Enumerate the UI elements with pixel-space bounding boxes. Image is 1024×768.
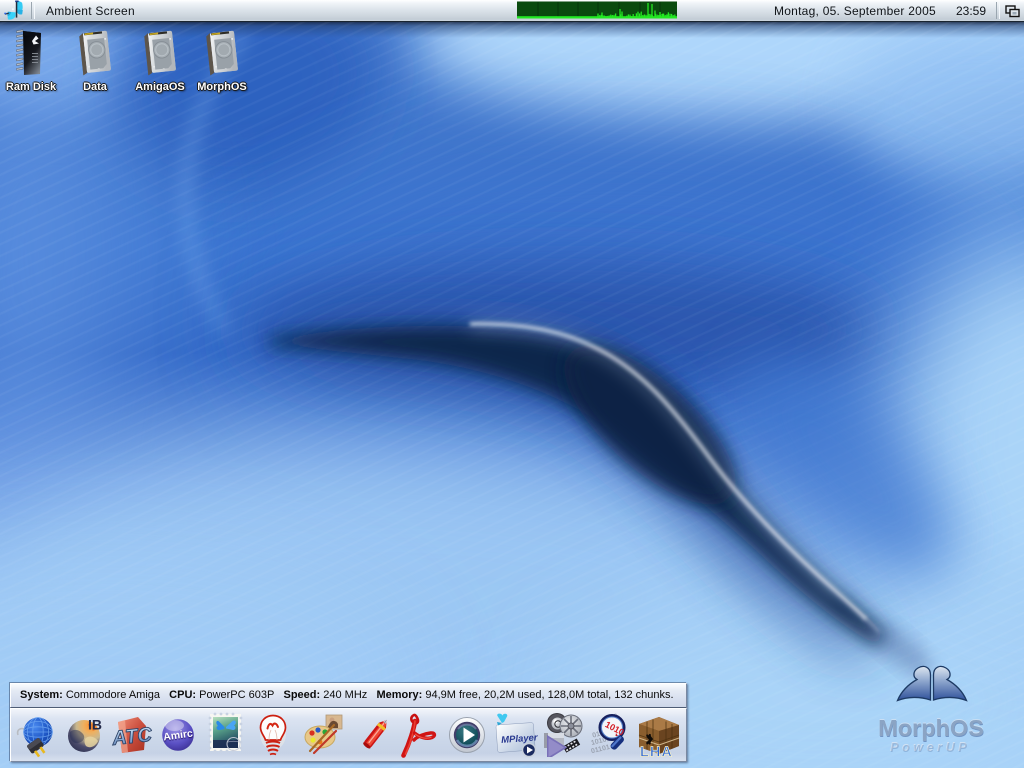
svg-text:IB: IB bbox=[88, 717, 102, 733]
svg-text:ATC: ATC bbox=[110, 724, 153, 750]
svg-text:PowerUP: PowerUP bbox=[890, 741, 970, 755]
svg-text:MorphOS: MorphOS bbox=[878, 715, 984, 741]
svg-text:LHA: LHA bbox=[640, 745, 673, 758]
